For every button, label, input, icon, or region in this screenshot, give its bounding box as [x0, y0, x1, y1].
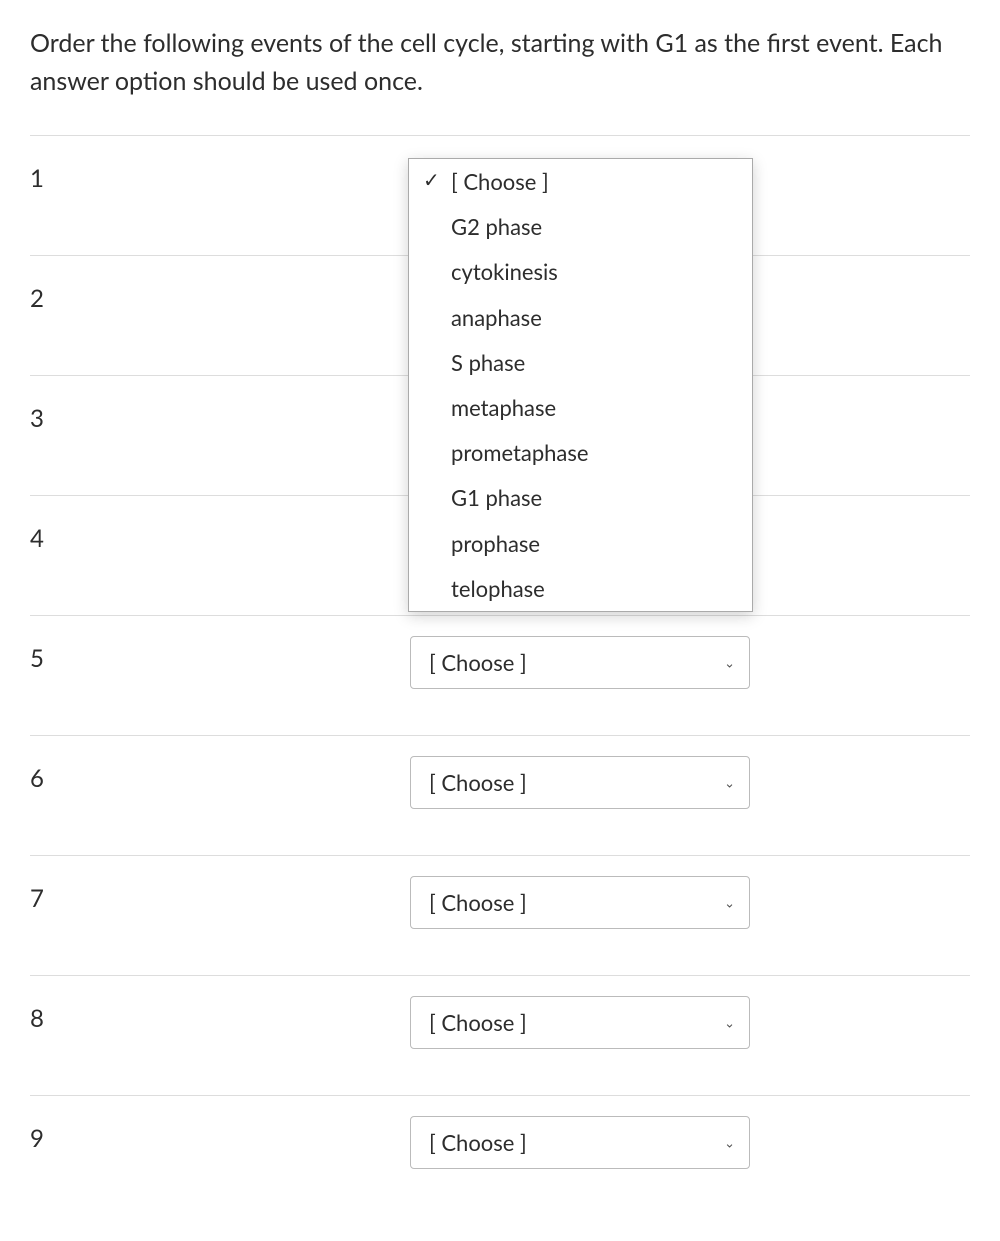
select-cell: [ Choose ] ⌄: [410, 756, 750, 809]
select-value: [ Choose ]: [429, 649, 527, 676]
dropdown-option[interactable]: prometaphase: [409, 430, 752, 475]
dropdown-option[interactable]: S phase: [409, 340, 752, 385]
chevron-down-icon: ⌄: [724, 654, 735, 671]
choose-select[interactable]: [ Choose ] ⌄: [410, 996, 750, 1049]
chevron-down-icon: ⌄: [724, 774, 735, 791]
table-row: 8 [ Choose ] ⌄: [30, 976, 970, 1096]
select-cell: [ Choose ] ⌄: [410, 636, 750, 689]
row-label: 9: [30, 1116, 410, 1153]
table-row: 9 [ Choose ] ⌄: [30, 1096, 970, 1216]
table-row: 5 [ Choose ] ⌄: [30, 616, 970, 736]
chevron-down-icon: ⌄: [724, 1134, 735, 1151]
dropdown-option[interactable]: G2 phase: [409, 204, 752, 249]
dropdown-option-selected[interactable]: [ Choose ]: [409, 159, 752, 204]
dropdown-option[interactable]: anaphase: [409, 295, 752, 340]
table-row: 7 [ Choose ] ⌄: [30, 856, 970, 976]
select-cell: [ Choose ] ⌄: [410, 996, 750, 1049]
question-text: Order the following events of the cell c…: [30, 25, 970, 100]
dropdown-menu[interactable]: [ Choose ] G2 phase cytokinesis anaphase…: [408, 158, 753, 612]
dropdown-option[interactable]: cytokinesis: [409, 249, 752, 294]
select-cell: [ Choose ] ⌄: [410, 1116, 750, 1169]
row-label: 3: [30, 396, 410, 433]
choose-select[interactable]: [ Choose ] ⌄: [410, 876, 750, 929]
choose-select[interactable]: [ Choose ] ⌄: [410, 756, 750, 809]
choose-select[interactable]: [ Choose ] ⌄: [410, 636, 750, 689]
row-label: 5: [30, 636, 410, 673]
dropdown-option[interactable]: G1 phase: [409, 475, 752, 520]
row-label: 4: [30, 516, 410, 553]
select-value: [ Choose ]: [429, 1129, 527, 1156]
select-value: [ Choose ]: [429, 889, 527, 916]
select-cell: [ Choose ] ⌄: [410, 876, 750, 929]
table-row: 6 [ Choose ] ⌄: [30, 736, 970, 856]
dropdown-option[interactable]: metaphase: [409, 385, 752, 430]
choose-select[interactable]: [ Choose ] ⌄: [410, 1116, 750, 1169]
row-label: 2: [30, 276, 410, 313]
select-value: [ Choose ]: [429, 769, 527, 796]
select-value: [ Choose ]: [429, 1009, 527, 1036]
dropdown-option[interactable]: prophase: [409, 521, 752, 566]
row-label: 1: [30, 156, 410, 193]
row-label: 8: [30, 996, 410, 1033]
row-label: 7: [30, 876, 410, 913]
chevron-down-icon: ⌄: [724, 894, 735, 911]
row-label: 6: [30, 756, 410, 793]
dropdown-option[interactable]: telophase: [409, 566, 752, 611]
chevron-down-icon: ⌄: [724, 1014, 735, 1031]
